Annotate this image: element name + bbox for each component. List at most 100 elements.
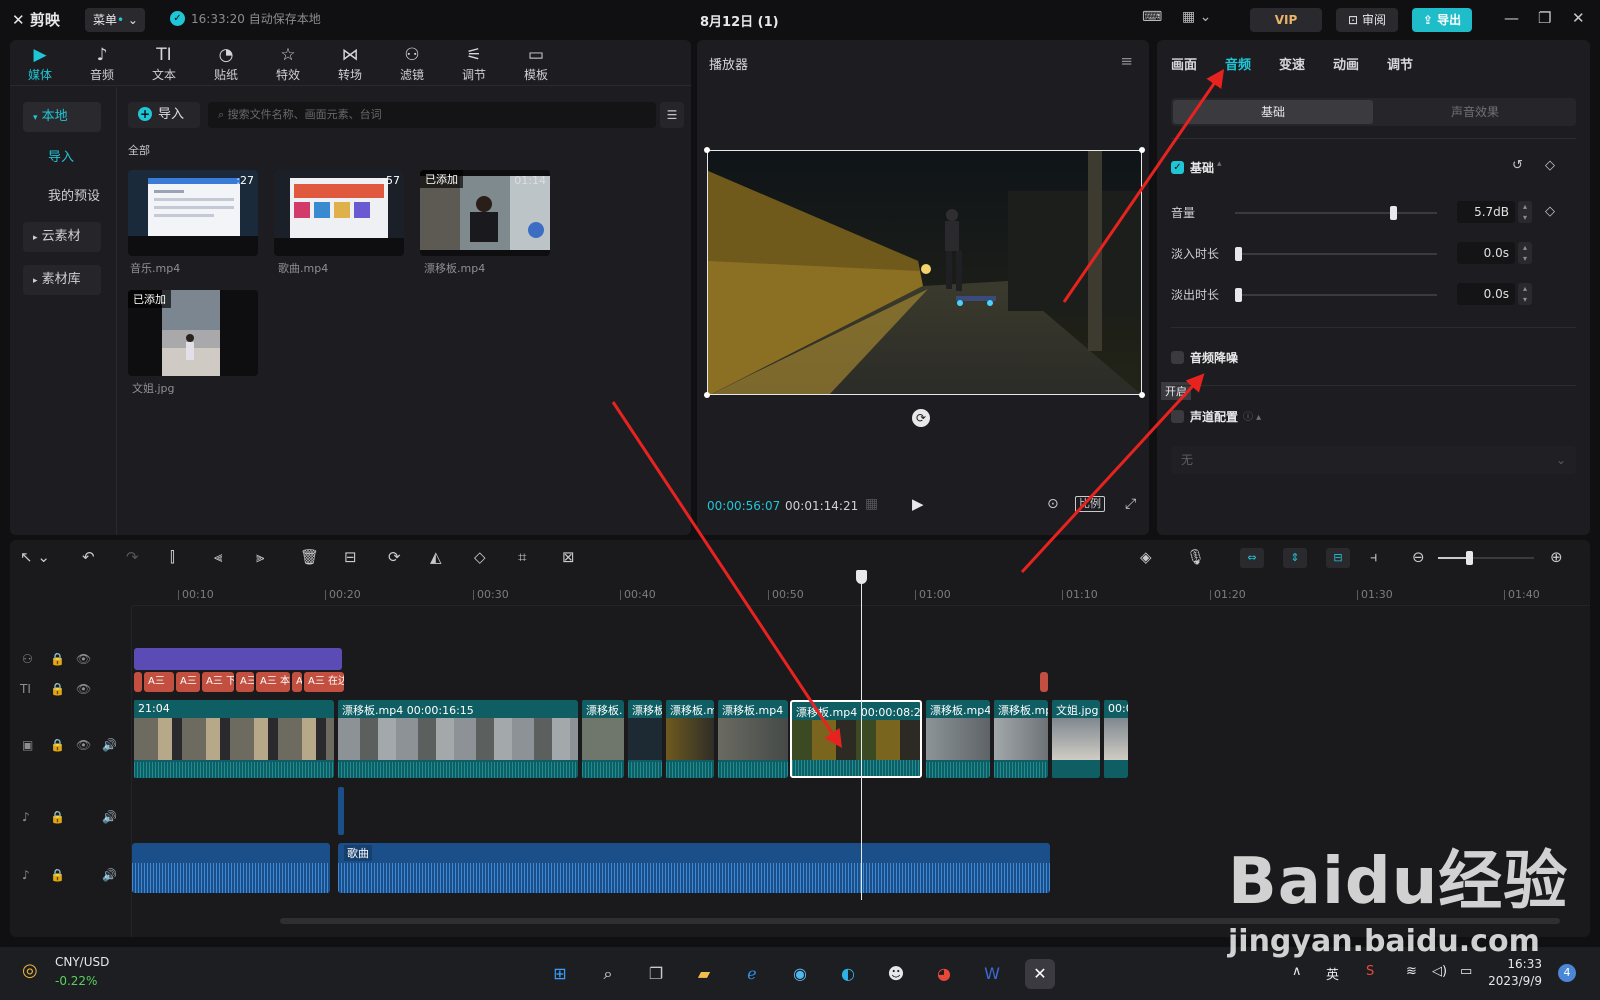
qq-browser-icon[interactable]: ◉ bbox=[785, 959, 815, 989]
text-clip[interactable]: A三 bbox=[144, 672, 174, 692]
chrome-icon[interactable]: ◕ bbox=[929, 959, 959, 989]
vip-button[interactable]: VIP bbox=[1250, 8, 1322, 32]
keyboard-icon[interactable]: ⌨ bbox=[1142, 9, 1162, 25]
tab-audio-props[interactable]: 音频 bbox=[1225, 54, 1251, 73]
text-clip[interactable]: A三 下 bbox=[202, 672, 234, 692]
lock-icon[interactable]: 🔒 bbox=[50, 682, 65, 696]
lock-icon[interactable]: 🔒 bbox=[50, 868, 65, 882]
sidebar-item-import[interactable]: 导入 bbox=[38, 143, 116, 173]
capcut-taskbar-icon[interactable]: ✕ bbox=[1025, 959, 1055, 989]
tab-effects[interactable]: ☆ 特效 bbox=[260, 44, 316, 83]
import-button[interactable]: + 导入 bbox=[128, 102, 200, 128]
undo-icon[interactable]: ↶ bbox=[82, 548, 95, 566]
tab-sticker[interactable]: ◔ 贴纸 bbox=[198, 44, 254, 83]
audio-clip-mini[interactable] bbox=[338, 787, 344, 835]
video-preview[interactable] bbox=[707, 150, 1142, 395]
speaker-icon[interactable]: 🔊 bbox=[102, 738, 117, 752]
eye-icon[interactable]: 👁 bbox=[76, 652, 91, 666]
tab-canvas[interactable]: 画面 bbox=[1171, 54, 1197, 73]
close-icon[interactable]: ✕ bbox=[1572, 9, 1585, 27]
redo-icon[interactable]: ↷ bbox=[126, 548, 139, 566]
hamburger-icon[interactable]: ≡ bbox=[1120, 52, 1133, 70]
ie-browser-icon[interactable]: ℯ bbox=[737, 959, 767, 989]
media-item-music[interactable]: :27 bbox=[128, 170, 258, 256]
wifi-icon[interactable]: ≋ bbox=[1406, 964, 1417, 979]
notification-badge[interactable]: 4 bbox=[1558, 964, 1576, 982]
rotate-tool-icon[interactable]: ◇ bbox=[474, 548, 486, 566]
volume-icon[interactable]: ◁) bbox=[1432, 964, 1447, 979]
export-button[interactable]: ⇪ 导出 bbox=[1412, 8, 1472, 32]
layout-icon[interactable]: ▦ ⌄ bbox=[1182, 9, 1211, 25]
fadein-slider-track[interactable] bbox=[1235, 253, 1437, 255]
tab-audio[interactable]: ♪ 音频 bbox=[74, 44, 130, 83]
subtab-basic[interactable]: 基础 bbox=[1173, 100, 1373, 124]
task-view-icon[interactable]: ❐ bbox=[641, 959, 671, 989]
select-tool-icon[interactable]: ↖ ⌄ bbox=[20, 548, 50, 566]
edge-icon[interactable]: ◐ bbox=[833, 959, 863, 989]
volume-slider-knob[interactable] bbox=[1389, 206, 1397, 220]
rotate-icon[interactable]: ⟳ bbox=[912, 409, 930, 427]
ai-effect-icon[interactable]: ◈ bbox=[1140, 548, 1152, 566]
play-button[interactable]: ▶ bbox=[912, 495, 924, 513]
microphone-icon[interactable]: 🎙 bbox=[1186, 548, 1205, 566]
qq-icon[interactable]: ☻ bbox=[881, 959, 911, 989]
video-clip[interactable]: 漂移板 bbox=[626, 700, 662, 778]
channel-checkbox[interactable] bbox=[1171, 410, 1184, 423]
ime-indicator[interactable]: 英 bbox=[1326, 964, 1339, 983]
help-icon[interactable]: ⓘ ▴ bbox=[1243, 408, 1261, 423]
fadeout-slider-knob[interactable] bbox=[1235, 288, 1242, 302]
fit-screen-icon[interactable]: ⊙ bbox=[1047, 496, 1059, 512]
text-clip[interactable]: A三 bbox=[176, 672, 200, 692]
text-clip[interactable]: A bbox=[292, 672, 302, 692]
crop-handle[interactable] bbox=[704, 147, 710, 153]
battery-icon[interactable]: ▭ bbox=[1460, 964, 1472, 979]
eye-icon[interactable]: 👁 bbox=[76, 682, 91, 696]
speaker-icon[interactable]: 🔊 bbox=[102, 868, 117, 882]
search-input[interactable]: ⌕ 搜索文件名称、画面元素、台词 bbox=[208, 102, 656, 128]
text-clip[interactable] bbox=[1040, 672, 1048, 692]
word-icon[interactable]: W bbox=[977, 959, 1007, 989]
media-item-photo[interactable]: 已添加 bbox=[128, 290, 258, 376]
video-clip[interactable]: 漂移板.mp4 bbox=[716, 700, 788, 778]
media-item-song[interactable]: :57 bbox=[274, 170, 404, 256]
delete-icon[interactable]: 🗑 bbox=[300, 548, 319, 566]
video-clip[interactable]: 漂移板.mp bbox=[992, 700, 1048, 778]
effect-clip[interactable] bbox=[134, 648, 342, 670]
denoise-checkbox[interactable] bbox=[1171, 351, 1184, 364]
basic-checkbox[interactable]: ✓ bbox=[1171, 161, 1184, 174]
sidebar-item-cloud[interactable]: ▸ 云素材 bbox=[23, 222, 101, 252]
fadein-slider-knob[interactable] bbox=[1235, 247, 1242, 261]
media-item-skateboard[interactable]: 已添加 01:14 bbox=[420, 170, 550, 256]
image-clip[interactable]: 文姐.jpg bbox=[1050, 700, 1100, 778]
fadein-stepper[interactable]: ▴ ▾ bbox=[1518, 242, 1532, 264]
restore-icon[interactable]: ❐ bbox=[1538, 9, 1551, 27]
lock-icon[interactable]: 🔒 bbox=[50, 810, 65, 824]
caret-up-icon[interactable]: ▴ bbox=[1217, 159, 1222, 169]
tab-media[interactable]: ▶ 媒体 bbox=[12, 44, 68, 83]
main-track-magnet-icon[interactable]: ⇔ bbox=[1240, 548, 1264, 568]
auto-reframe-icon[interactable]: ⊠ bbox=[562, 548, 575, 566]
crop-handle[interactable] bbox=[704, 392, 710, 398]
freeze-icon[interactable]: ⊟ bbox=[344, 548, 357, 566]
volume-keyframe-icon[interactable]: ◇ bbox=[1545, 204, 1555, 219]
video-clip[interactable]: 漂移板.mp4 00:00:16:15 bbox=[336, 700, 578, 778]
auto-snap-icon[interactable]: ⇕ bbox=[1283, 548, 1307, 568]
lock-icon[interactable]: 🔒 bbox=[50, 738, 65, 752]
ratio-button[interactable]: 比例 bbox=[1075, 496, 1105, 512]
tab-speed[interactable]: 变速 bbox=[1279, 54, 1305, 73]
tab-template[interactable]: ▭ 模板 bbox=[508, 44, 564, 83]
volume-stepper[interactable]: ▴ ▾ bbox=[1518, 201, 1532, 223]
tab-text[interactable]: TI 文本 bbox=[136, 44, 192, 83]
fadein-value-field[interactable]: 0.0s bbox=[1457, 242, 1515, 264]
search-icon[interactable]: ⌕ bbox=[593, 959, 623, 989]
windows-start-icon[interactable]: ⊞ bbox=[545, 959, 575, 989]
tab-adjust[interactable]: ⚟ 调节 bbox=[446, 44, 502, 83]
crop-handle[interactable] bbox=[1139, 147, 1145, 153]
text-clip[interactable]: A三 本 bbox=[256, 672, 290, 692]
tab-adjust-props[interactable]: 调节 bbox=[1387, 54, 1413, 73]
zoom-in-icon[interactable]: ⊕ bbox=[1550, 548, 1563, 566]
menu-button[interactable]: 菜单• ⌄ bbox=[85, 8, 145, 32]
fx-pair[interactable]: CNY/USD bbox=[55, 955, 109, 969]
fullscreen-icon[interactable]: ⤢ bbox=[1125, 496, 1136, 512]
mirror-icon[interactable]: ◭ bbox=[430, 548, 442, 566]
